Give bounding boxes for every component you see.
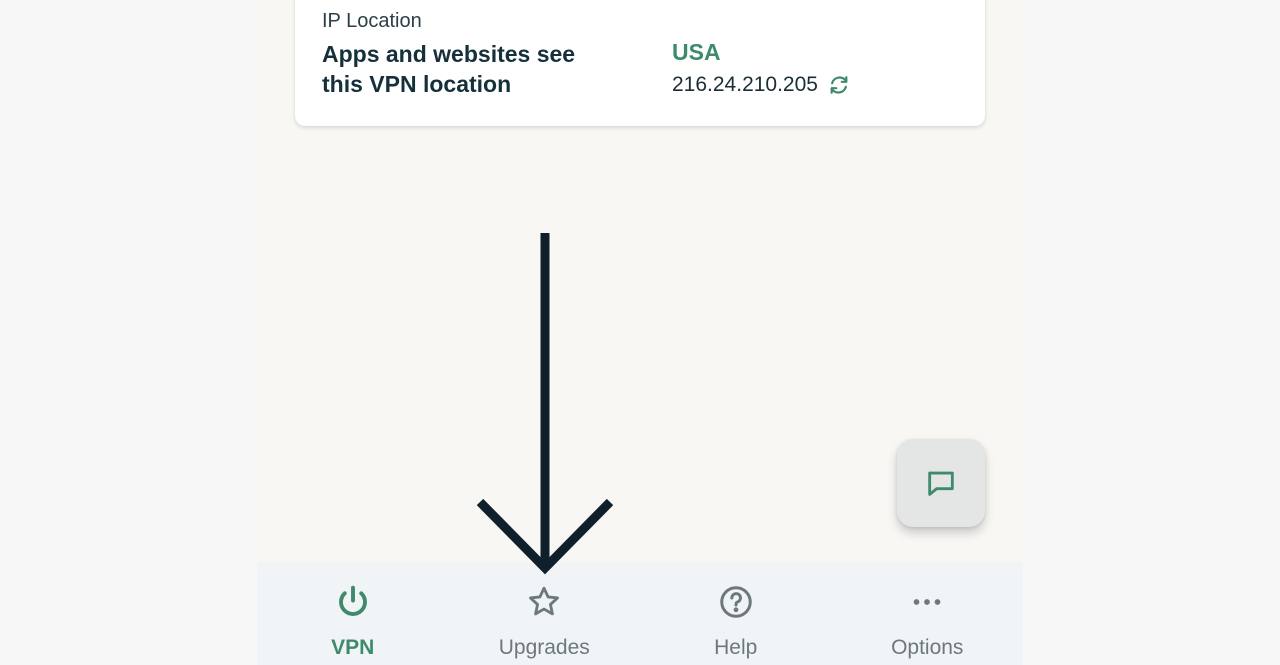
ip-address: 216.24.210.205 (672, 73, 818, 96)
help-circle-icon (716, 582, 756, 622)
nav-item-upgrades[interactable]: Upgrades (449, 562, 641, 665)
nav-label-vpn: VPN (331, 636, 375, 659)
refresh-icon[interactable] (828, 74, 850, 96)
nav-label-upgrades: Upgrades (498, 636, 590, 659)
power-icon (333, 582, 373, 622)
ip-address-row: 216.24.210.205 (672, 73, 850, 97)
vpn-country: USA (672, 39, 721, 65)
chat-icon (928, 471, 954, 496)
star-icon (524, 582, 564, 622)
nav-label-options: Options (891, 636, 964, 659)
ip-location-card: IP Location Apps and websites see this V… (295, 0, 985, 126)
nav-label-help: Help (714, 636, 758, 659)
ip-location-description: Apps and websites see this VPN location (322, 41, 576, 97)
nav-item-options[interactable]: Options (832, 562, 1024, 665)
bottom-navigation: VPN Upgrades Help Options (257, 562, 1023, 665)
app-screen: IP Location Apps and websites see this V… (257, 0, 1023, 665)
ip-location-label: IP Location (322, 10, 422, 32)
more-horizontal-icon (907, 582, 947, 622)
nav-item-help[interactable]: Help (640, 562, 832, 665)
chat-button[interactable] (897, 439, 985, 527)
nav-item-vpn[interactable]: VPN (257, 562, 449, 665)
